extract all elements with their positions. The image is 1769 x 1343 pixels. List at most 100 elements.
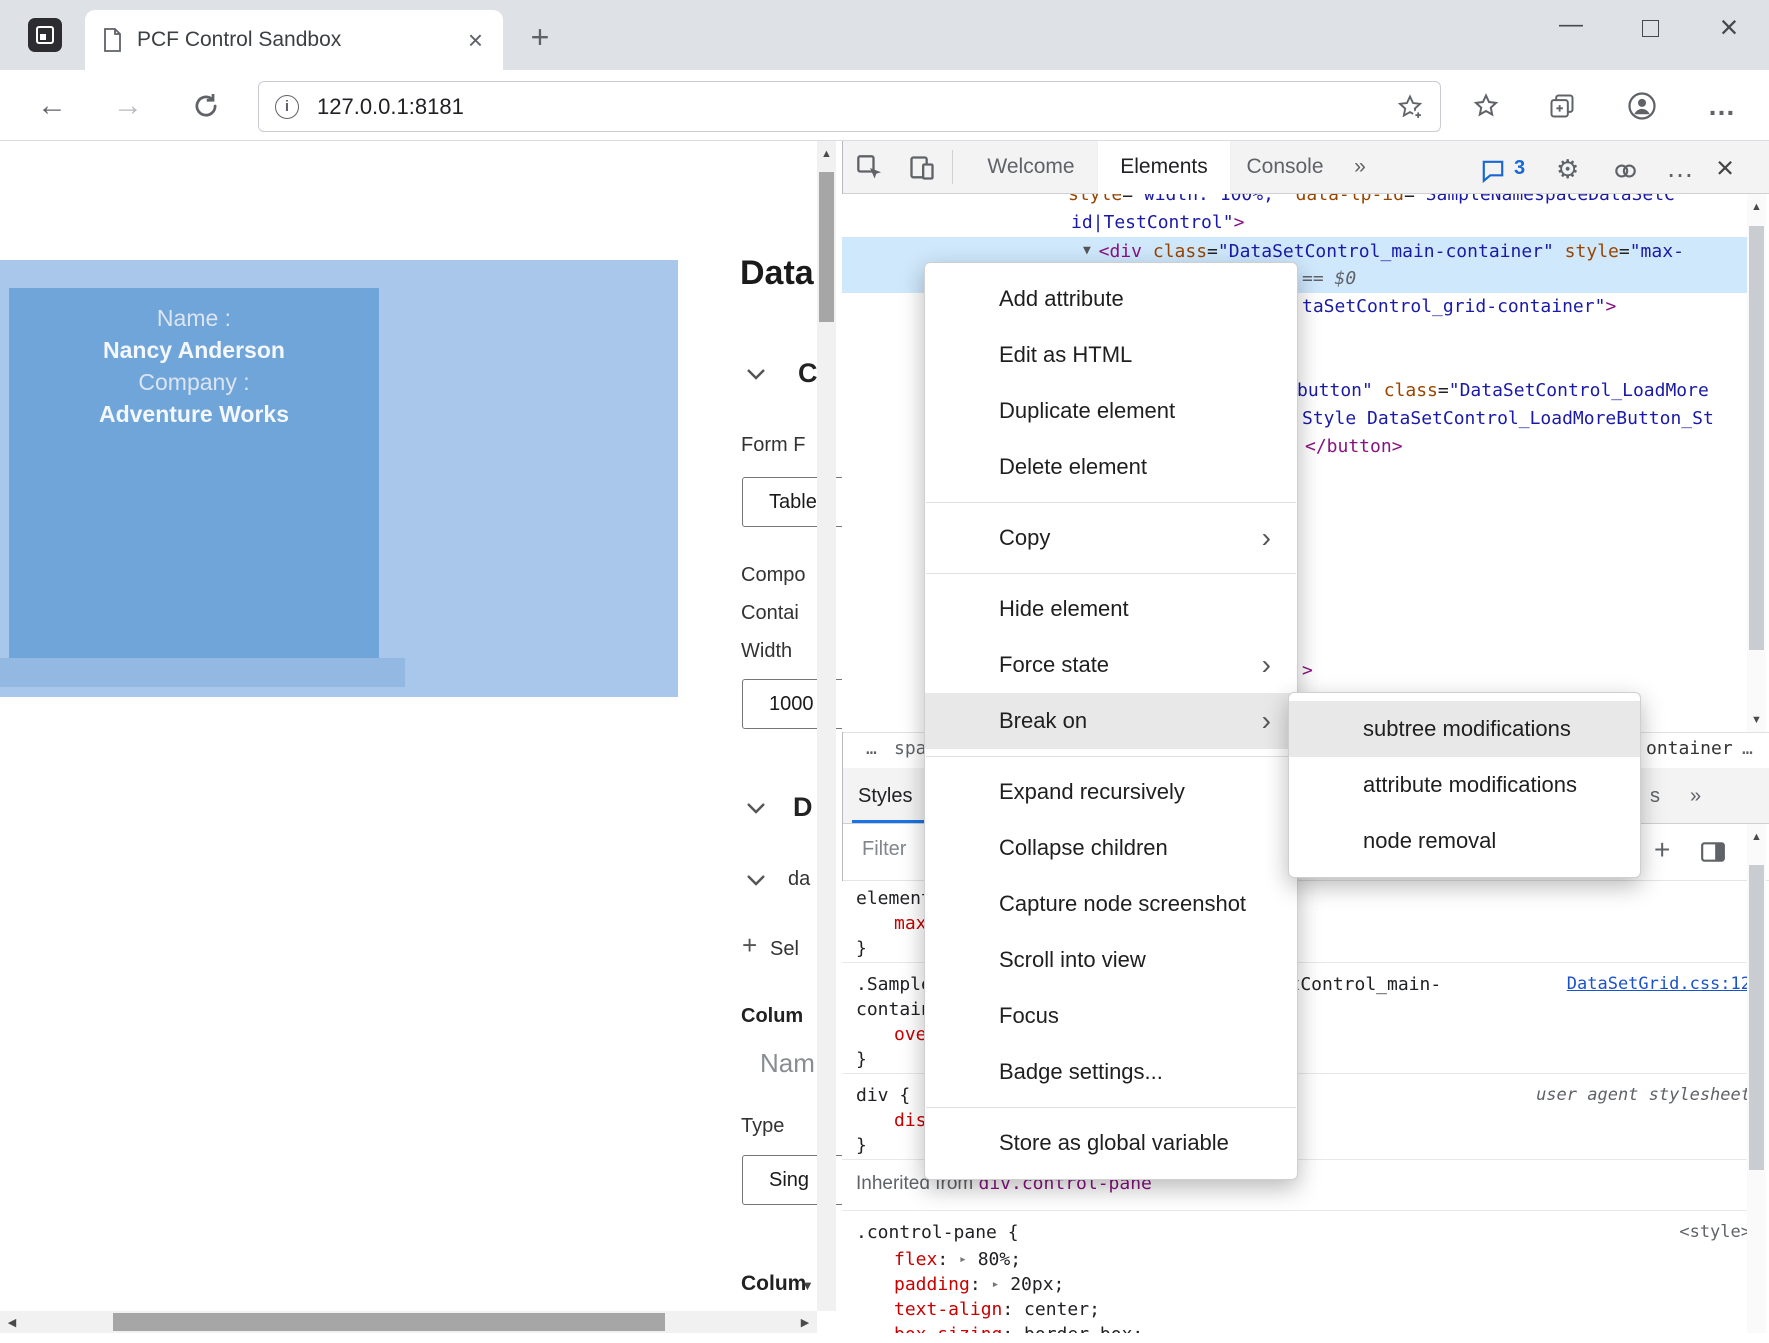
menu-item-edit-as-html[interactable]: Edit as HTML [925,327,1297,383]
browser-tab[interactable]: PCF Control Sandbox × [85,10,503,70]
breadcrumb-item[interactable]: spa [894,738,927,759]
breadcrumb-overflow[interactable]: … [866,738,877,759]
code-line-selected[interactable]: ▼ <div class="DataSetControl_main-contai… [1083,237,1684,265]
scroll-up-icon[interactable]: ▲ [1747,824,1766,849]
stylesheet-source-link[interactable]: DataSetGrid.css:12 [1567,972,1747,997]
chevron-down-icon[interactable] [746,802,766,816]
panel-title: Data [740,254,814,293]
form-factor-value: Table [769,491,817,513]
width-label: Width [741,640,792,663]
scroll-up-icon[interactable]: ▲ [1747,194,1766,219]
add-select-label[interactable]: Sel [770,938,799,961]
settings-gear-icon[interactable]: ⚙ [1556,154,1579,185]
menu-item-collapse-children[interactable]: Collapse children [925,820,1297,876]
back-button[interactable]: ← [30,84,74,128]
profile-avatar[interactable] [1620,84,1664,128]
devtools-menu-icon[interactable]: … [1666,152,1696,184]
browser-menu-icon[interactable]: … [1700,84,1744,128]
collections-icon[interactable] [1540,84,1584,128]
scroll-up-icon[interactable]: ▲ [817,141,836,167]
code-line[interactable]: taSetControl_grid-container"> [1302,293,1616,321]
forward-button[interactable]: → [106,84,150,128]
width-value: 1000 [769,693,814,715]
device-toolbar-icon[interactable] [908,154,936,182]
more-tabs-icon[interactable]: » [1342,141,1378,194]
code-line[interactable]: button" class="DataSetControl_LoadMore [1297,377,1709,405]
add-icon[interactable]: + [742,930,757,961]
window-close-button[interactable]: × [1701,8,1757,48]
tab-fragment[interactable]: s [1650,768,1660,824]
styles-scrollbar-thumb[interactable] [1749,865,1764,1170]
new-tab-button[interactable]: + [520,18,560,58]
refresh-button[interactable] [184,84,228,128]
code-line-selected-marker[interactable]: == $0 [1302,265,1356,293]
menu-item-delete-element[interactable]: Delete element [925,439,1297,495]
menu-item-label: Break on [999,708,1087,733]
breadcrumb-item-selected[interactable]: ontainer [1646,738,1733,759]
code-line[interactable]: Style DataSetControl_LoadMoreButton_St [1302,405,1714,433]
record-card: Name : Nancy Anderson Company : Adventur… [9,302,379,430]
menu-item-label: subtree modifications [1363,716,1571,741]
chevron-down-icon[interactable] [746,874,766,888]
inspect-element-icon[interactable] [856,154,884,182]
page-vertical-scrollbar-thumb[interactable] [819,172,834,322]
overlapping-circles-icon[interactable] [1612,158,1638,184]
window-minimize-button[interactable]: — [1543,8,1599,48]
tab-close-icon[interactable]: × [464,10,487,70]
elements-scrollbar-thumb[interactable] [1749,226,1764,650]
scroll-down-icon[interactable]: ▼ [1747,707,1766,732]
submenu-item-attribute-modifications[interactable]: attribute modifications [1289,757,1640,813]
menu-item-badge-settings[interactable]: Badge settings... [925,1044,1297,1100]
css-property-line[interactable]: box-sizing: border-box; [894,1322,1747,1333]
menu-item-store-as-global-variable[interactable]: Store as global variable [925,1115,1297,1171]
menu-item-focus[interactable]: Focus [925,988,1297,1044]
menu-item-label: node removal [1363,828,1496,853]
tab-actions-icon[interactable] [28,18,62,52]
menu-item-add-attribute[interactable]: Add attribute [925,271,1297,327]
menu-item-scroll-into-view[interactable]: Scroll into view [925,932,1297,988]
css-property-line[interactable]: flex: ▸ 80%; [894,1247,1747,1272]
context-menu: Add attribute Edit as HTML Duplicate ele… [924,262,1298,1180]
user-agent-stylesheet-note: user agent stylesheet [1536,1083,1747,1108]
tab-welcome[interactable]: Welcome [966,141,1096,194]
menu-item-break-on[interactable]: Break on› [925,693,1297,749]
menu-item-hide-element[interactable]: Hide element [925,581,1297,637]
menu-item-capture-node-screenshot[interactable]: Capture node screenshot [925,876,1297,932]
new-style-rule-icon[interactable]: + [1654,834,1670,866]
submenu-arrow-icon: › [1262,637,1271,693]
submenu-item-node-removal[interactable]: node removal [1289,813,1640,869]
address-bar[interactable]: i 127.0.0.1:8181 [258,81,1441,132]
tab-console[interactable]: Console [1230,141,1340,194]
code-line[interactable]: id|TestControl"> [1071,209,1244,237]
tab-styles[interactable]: Styles [858,768,912,824]
dropdown-arrow-icon[interactable]: ▼ [801,1278,814,1293]
code-line[interactable]: style="width: 100%;" data-lp-id="SampleN… [1068,194,1675,209]
site-info-icon[interactable]: i [275,95,299,119]
breadcrumb-overflow-right[interactable]: … [1742,738,1753,759]
menu-item-duplicate-element[interactable]: Duplicate element [925,383,1297,439]
code-line[interactable]: > [1302,657,1313,685]
toggle-sidebar-icon[interactable] [1700,840,1726,864]
window-maximize-button[interactable] [1622,8,1678,48]
css-property-line[interactable]: padding: ▸ 20px; [894,1272,1747,1297]
favorites-icon[interactable] [1464,84,1508,128]
submenu-item-subtree-modifications[interactable]: subtree modifications [1289,701,1640,757]
devtools-close-icon[interactable]: × [1716,150,1734,186]
scroll-left-icon[interactable]: ◀ [0,1311,24,1333]
menu-item-expand-recursively[interactable]: Expand recursively [925,764,1297,820]
menu-item-copy[interactable]: Copy› [925,510,1297,566]
tab-elements[interactable]: Elements [1098,141,1230,194]
url-text[interactable]: 127.0.0.1:8181 [317,94,1396,120]
menu-item-force-state[interactable]: Force state› [925,637,1297,693]
menu-item-label: Collapse children [999,835,1168,860]
css-selector-line[interactable]: <style>.control-pane { [856,1220,1747,1245]
context-submenu: subtree modifications attribute modifica… [1288,692,1641,878]
css-property-line[interactable]: text-align: center; [894,1297,1747,1322]
feedback-icon[interactable] [1480,158,1506,184]
page-horizontal-scrollbar-thumb[interactable] [113,1313,665,1331]
scroll-right-icon[interactable]: ▶ [793,1311,817,1333]
sidebar-more-tabs-icon[interactable]: » [1690,768,1701,824]
code-line[interactable]: </button> [1305,433,1403,461]
chevron-down-icon[interactable] [746,368,766,382]
add-favorite-icon[interactable] [1396,93,1424,121]
